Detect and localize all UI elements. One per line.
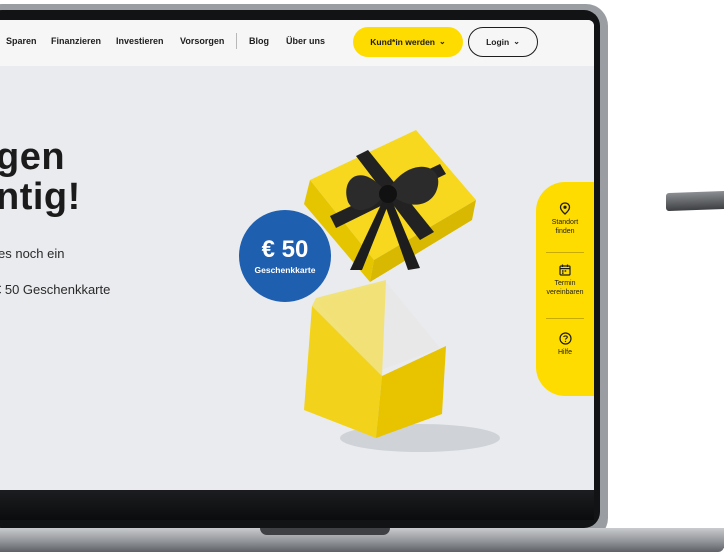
chevron-down-icon: ⌄ [513,37,520,46]
gift-box-illustration [304,130,500,452]
service-label-vereinbaren: vereinbaren [546,288,584,296]
service-label-finden: finden [555,227,575,235]
nav-link-sparen[interactable]: Sparen [6,36,37,46]
service-label-hilfe: Hilfe [557,349,572,356]
nav-link-blog[interactable]: Blog [249,36,269,46]
nav-link-investieren[interactable]: Investieren [116,36,164,46]
nav-link-vorsorgen[interactable]: Vorsorgen [180,36,224,46]
hero-headline-line1: gen [0,136,66,178]
service-divider [546,318,584,319]
service-item-appointment[interactable]: Termin vereinbaren [536,264,594,298]
service-label-standort: Standort [551,219,579,226]
hero-headline-line2: ntig! [0,176,81,218]
service-divider [546,252,584,253]
nav-link-finanzieren[interactable]: Finanzieren [51,36,101,46]
nav-divider [236,33,237,49]
screen-bottom-bezel [0,490,594,520]
service-item-help[interactable]: Hilfe [536,332,594,358]
become-customer-button[interactable]: Kund*in werden ⌄ [353,27,463,57]
service-label-termin: Termin [554,280,576,287]
login-label: Login [486,37,510,47]
calendar-icon [559,264,571,276]
chevron-down-icon: ⌄ [439,37,446,46]
help-icon [558,332,572,345]
bow-knot [379,185,397,203]
badge-label: Geschenkkarte [254,264,316,275]
login-button[interactable]: Login ⌄ [468,27,538,57]
top-navigation: Sparen Finanzieren Investieren Vorsorgen… [0,20,594,66]
service-item-location[interactable]: Standort finden [536,202,594,237]
hero-subtext-line2: € 50 Geschenkkarte [0,282,111,297]
become-customer-label: Kund*in werden [370,37,435,47]
gift-card-badge: € 50 Geschenkkarte [239,210,331,302]
laptop-base-notch [260,528,390,535]
badge-amount: € 50 [261,235,309,263]
hero-subtext-line1: es noch ein [0,246,65,261]
service-sidebar: Standort finden Termin vereinbaren Hilfe [536,182,594,396]
nav-link-ueber-uns[interactable]: Über uns [286,36,325,46]
second-laptop-lid [666,190,724,212]
laptop-mockup: Sparen Finanzieren Investieren Vorsorgen… [0,0,724,556]
location-pin-icon [559,202,571,215]
browser-screen: Sparen Finanzieren Investieren Vorsorgen… [0,20,594,490]
